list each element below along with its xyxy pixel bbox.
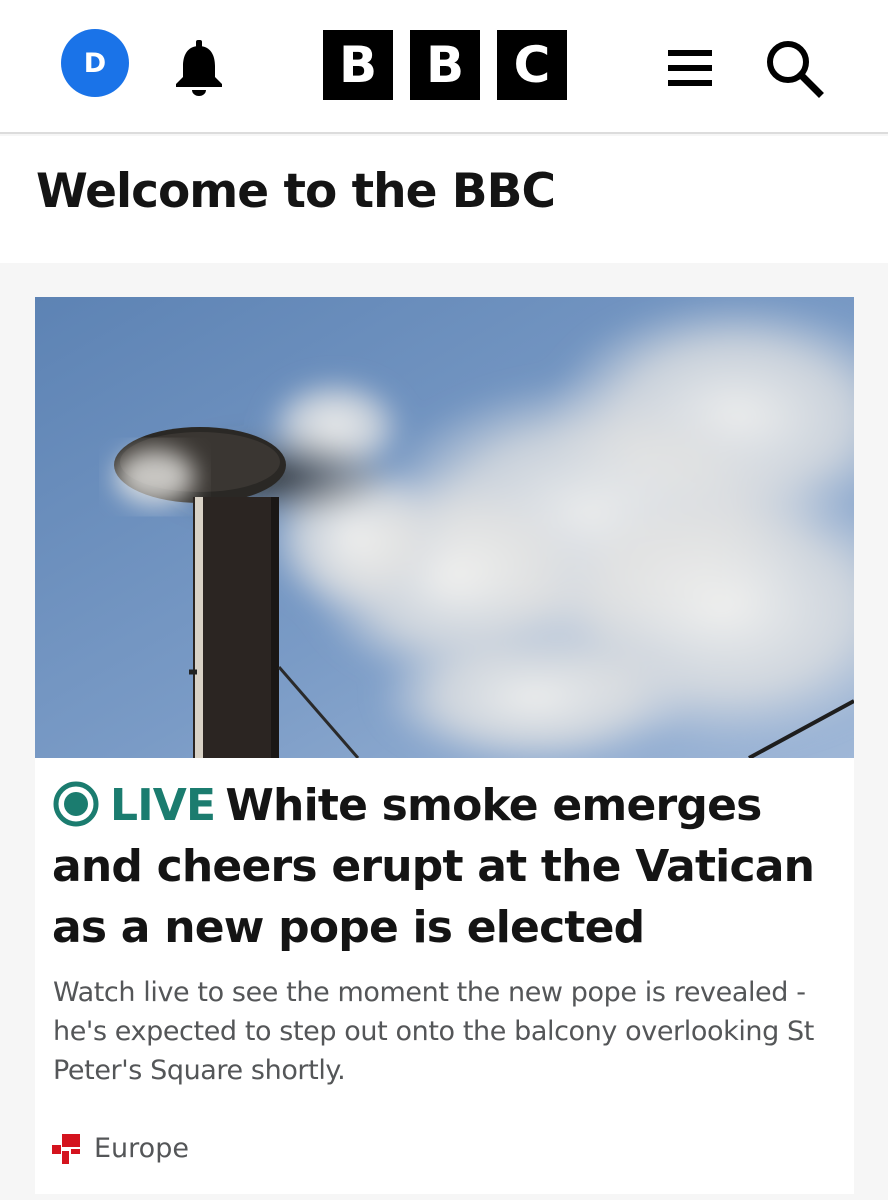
top-bar: D B B C — [0, 0, 888, 134]
topic-label: Europe — [94, 1133, 189, 1164]
bbc-logo-letter: B — [323, 30, 393, 100]
story-summary: Watch live to see the moment the new pop… — [53, 977, 814, 1086]
menu-icon[interactable] — [668, 48, 712, 88]
bbc-logo-letter: C — [497, 30, 567, 100]
story-headline[interactable]: LIVE White smoke emerges and cheers erupt… — [52, 775, 842, 958]
bbc-logo[interactable]: B B C — [323, 30, 567, 100]
red-squares-icon — [52, 1133, 80, 1164]
bbc-logo-letter: B — [410, 30, 480, 100]
account-avatar[interactable]: D — [61, 29, 129, 97]
live-label: LIVE — [110, 780, 216, 831]
live-indicator-icon — [52, 780, 100, 828]
page-title: Welcome to the BBC — [36, 164, 556, 219]
topic-tag[interactable]: Europe — [52, 1133, 189, 1164]
bell-icon[interactable] — [171, 37, 227, 97]
search-icon[interactable] — [764, 38, 824, 98]
story-card[interactable]: LIVE White smoke emerges and cheers erupt… — [35, 297, 854, 1194]
welcome-section: Welcome to the BBC — [0, 136, 888, 263]
white-smoke-chimney-photo[interactable] — [35, 297, 854, 758]
